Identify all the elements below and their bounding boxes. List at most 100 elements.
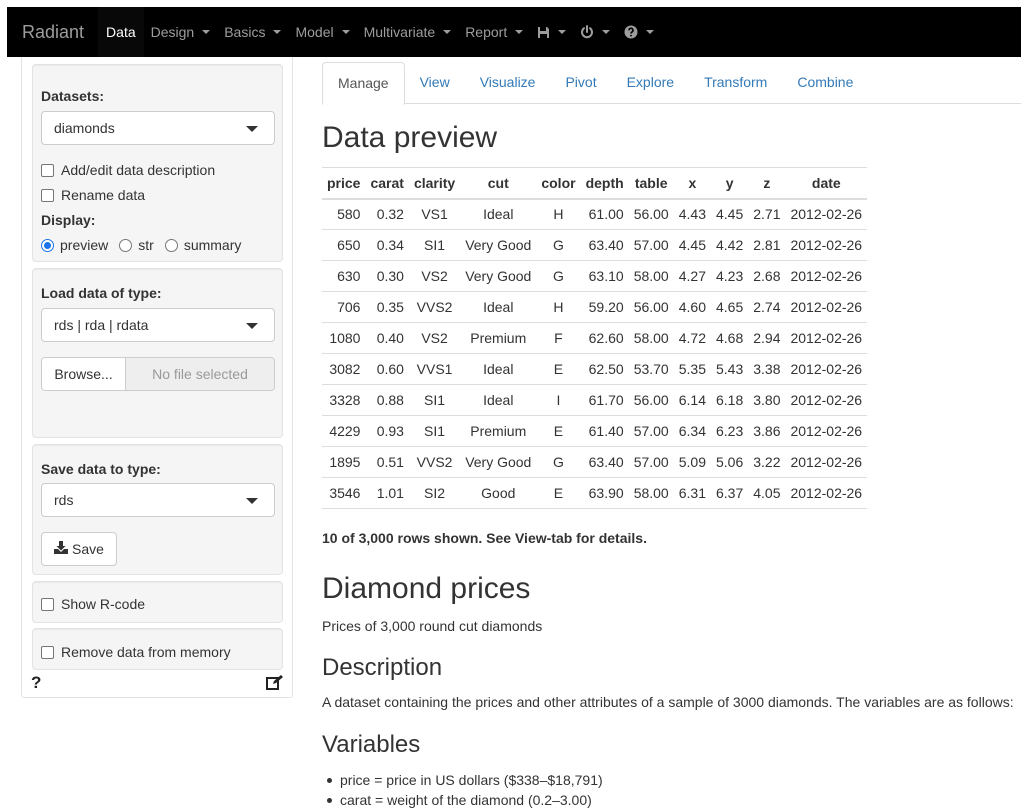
file-input: Browse... No file selected — [41, 357, 275, 391]
table-cell-carat: 0.30 — [365, 260, 409, 292]
nav-basics-menu[interactable]: Basics — [217, 7, 288, 57]
table-cell-carat: 0.93 — [365, 415, 409, 447]
display-summary-radio[interactable]: summary — [164, 237, 241, 253]
table-cell-color: G — [536, 260, 581, 292]
load-type-select[interactable]: rds | rda | rdata — [41, 308, 275, 342]
table-cell-clarity: VS1 — [408, 198, 461, 230]
table-cell-z: 4.05 — [748, 477, 786, 509]
table-cell-cut: Premium — [460, 415, 537, 447]
table-cell-carat: 0.35 — [365, 291, 409, 323]
table-cell-depth: 62.50 — [580, 353, 629, 385]
table-cell-y: 4.68 — [710, 322, 749, 354]
checkbox[interactable] — [41, 645, 54, 659]
table-cell-color: E — [536, 353, 581, 385]
nav-multivariate-menu[interactable]: Multivariate — [357, 7, 459, 57]
nav-power-menu[interactable] — [573, 7, 617, 57]
load-data-label: Load data of type: — [41, 285, 162, 301]
table-cell-table: 56.00 — [628, 198, 674, 230]
nav-data[interactable]: Data — [98, 7, 144, 57]
table-cell-price: 3082 — [322, 353, 366, 385]
table-cell-date: 2012-02-26 — [785, 384, 868, 416]
table-cell-y: 5.43 — [710, 353, 749, 385]
nav-design-menu[interactable]: Design — [144, 7, 218, 57]
table-cell-clarity: SI2 — [408, 477, 461, 509]
table-cell-cut: Ideal — [460, 384, 537, 416]
table-cell-x: 6.14 — [673, 384, 711, 416]
description-text: A dataset containing the prices and othe… — [322, 694, 1014, 710]
table-cell-date: 2012-02-26 — [785, 415, 868, 447]
save-data-label: Save data to type: — [41, 461, 161, 477]
table-cell-date: 2012-02-26 — [785, 291, 868, 323]
checkbox[interactable] — [41, 597, 54, 611]
table-cell-price: 1895 — [322, 446, 366, 478]
checkbox[interactable] — [41, 163, 54, 177]
table-cell-color: E — [536, 415, 581, 447]
table-cell-y: 5.06 — [710, 446, 749, 478]
rename-data-checkbox[interactable]: Rename data — [41, 187, 145, 203]
tab-combine[interactable]: Combine — [782, 62, 868, 104]
edit-icon[interactable] — [266, 675, 283, 693]
table-cell-cut: Premium — [460, 322, 537, 354]
variables-heading: Variables — [322, 731, 421, 758]
save-type-select[interactable]: rds — [41, 483, 275, 517]
table-cell-clarity: SI1 — [408, 384, 461, 416]
table-cell-clarity: VVS2 — [408, 291, 461, 323]
column-header: clarity — [408, 167, 461, 200]
table-cell-z: 2.81 — [748, 229, 786, 261]
table-cell-date: 2012-02-26 — [785, 353, 868, 385]
save-button[interactable]: Save — [41, 532, 117, 566]
add-edit-description-checkbox[interactable]: Add/edit data description — [41, 162, 215, 178]
caret-down-icon — [443, 30, 452, 34]
table-cell-y: 6.23 — [710, 415, 749, 447]
table-cell-z: 3.80 — [748, 384, 786, 416]
checkbox[interactable] — [41, 188, 54, 202]
caret-down-icon — [602, 30, 611, 34]
help-icon[interactable]: ? — [31, 673, 41, 693]
nav-model-menu[interactable]: Model — [288, 7, 356, 57]
table-cell-date: 2012-02-26 — [785, 446, 868, 478]
table-row: 1895 0.51 VVS2 Very Good G 63.40 57.00 5.09 5.06… — [322, 446, 868, 478]
tab-pivot[interactable]: Pivot — [550, 62, 611, 104]
column-header: price — [322, 167, 366, 200]
caret-down-icon — [202, 30, 211, 34]
tab-manage[interactable]: Manage — [322, 62, 405, 105]
datasets-panel: Datasets: diamonds Add/edit data descrip… — [32, 64, 283, 262]
table-cell-cut: Ideal — [460, 353, 537, 385]
table-cell-cut: Very Good — [460, 229, 537, 261]
table-header-row: price carat clarity cut color depth tabl… — [322, 167, 868, 200]
display-str-radio[interactable]: str — [119, 237, 154, 253]
table-row: 3546 1.01 SI2 Good E 63.90 58.00 6.31 6.37 4.05 20… — [322, 477, 868, 509]
tab-view[interactable]: View — [405, 62, 465, 104]
table-cell-x: 6.31 — [673, 477, 711, 509]
show-rcode-checkbox[interactable]: Show R-code — [41, 596, 145, 612]
table-cell-z: 3.38 — [748, 353, 786, 385]
table-cell-price: 706 — [322, 291, 366, 323]
table-cell-z: 3.22 — [748, 446, 786, 478]
tab-explore[interactable]: Explore — [612, 62, 689, 104]
table-cell-y: 6.18 — [710, 384, 749, 416]
table-cell-price: 3546 — [322, 477, 366, 509]
tab-transform[interactable]: Transform — [689, 62, 782, 104]
table-cell-color: E — [536, 477, 581, 509]
nav-report-menu[interactable]: Report — [458, 7, 530, 57]
browse-button[interactable]: Browse... — [42, 358, 126, 390]
column-header: cut — [460, 167, 537, 200]
remove-data-checkbox[interactable]: Remove data from memory — [41, 644, 231, 660]
save-data-panel: Save data to type: rds Save — [32, 444, 283, 575]
table-cell-z: 2.74 — [748, 291, 786, 323]
dataset-select[interactable]: diamonds — [41, 111, 275, 145]
caret-down-icon — [558, 30, 567, 34]
table-cell-carat: 0.40 — [365, 322, 409, 354]
column-header: date — [785, 167, 868, 200]
nav-save-menu[interactable] — [530, 7, 573, 57]
brand-logo[interactable]: Radiant — [7, 7, 98, 57]
display-preview-radio[interactable]: preview — [41, 237, 108, 253]
help-circle-icon — [624, 25, 638, 39]
nav-help-menu[interactable] — [617, 7, 661, 57]
power-icon — [580, 25, 594, 39]
table-cell-color: H — [536, 198, 581, 230]
table-cell-price: 650 — [322, 229, 366, 261]
table-cell-y: 4.45 — [710, 198, 749, 230]
caret-down-icon — [646, 30, 655, 34]
tab-visualize[interactable]: Visualize — [465, 62, 551, 104]
